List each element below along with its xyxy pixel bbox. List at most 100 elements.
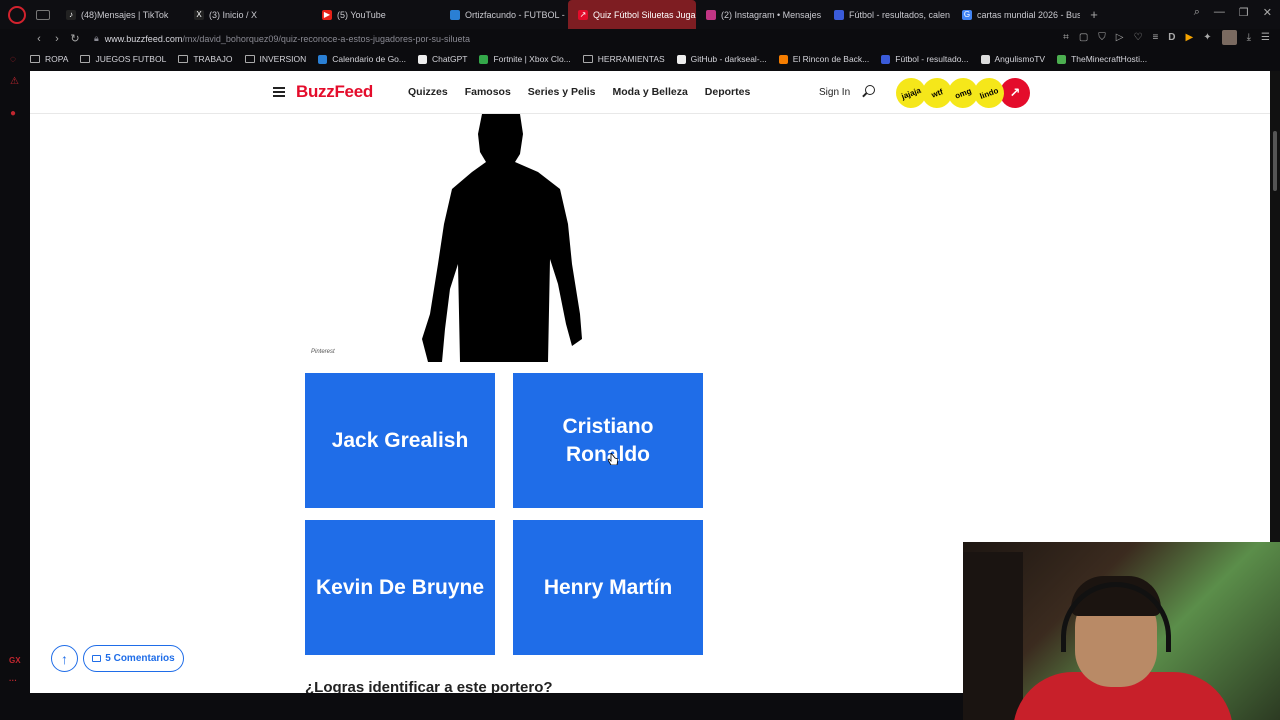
more-icon[interactable]: ··· bbox=[9, 676, 17, 685]
bookmark-label: Fortnite | Xbox Clo... bbox=[493, 54, 571, 64]
nav-item[interactable]: Moda y Belleza bbox=[613, 86, 688, 98]
browser-window: ♪ (48)Mensajes | TikTok X (3) Inicio / X ▶ (5… bbox=[0, 0, 1280, 720]
browser-tab[interactable]: (2) Instagram • Mensajes bbox=[696, 0, 824, 29]
tab-label: (48)Mensajes | TikTok bbox=[81, 9, 169, 20]
bookmark-item[interactable]: Fortnite | Xbox Clo... bbox=[479, 54, 571, 64]
extensions-icon[interactable]: ✦ bbox=[1203, 32, 1211, 43]
scrollbar-thumb[interactable] bbox=[1273, 131, 1277, 191]
google-icon: G bbox=[962, 9, 972, 20]
bookmark-item[interactable]: HERRAMIENTAS bbox=[582, 54, 665, 64]
main-nav: Quizzes Famosos Series y Pelis Moda y Belle… bbox=[408, 86, 750, 98]
shield-icon[interactable]: ⛉ bbox=[1098, 32, 1106, 43]
comments-label: 5 Comentarios bbox=[105, 653, 175, 664]
bookmark-item[interactable]: Calendario de Go... bbox=[318, 54, 406, 64]
folder-icon bbox=[244, 55, 255, 63]
bookmark-item[interactable]: INVERSION bbox=[244, 54, 307, 64]
address-bar: ‹ › ↻ 🔒︎ www.buzzfeed.com/mx/david_bohor… bbox=[0, 29, 1280, 48]
tabs: ♪ (48)Mensajes | TikTok X (3) Inicio / X ▶ (5… bbox=[56, 0, 1080, 29]
profile-avatar[interactable] bbox=[1221, 30, 1237, 45]
address-actions: ⌗ ▢ ⛉ ▷ ♡ ≡ D ▶ ✦ ⤓ ☰ bbox=[1063, 30, 1270, 45]
easy-setup-icon[interactable]: ☰ bbox=[1261, 32, 1270, 43]
comments-button[interactable]: 5 Comentarios bbox=[83, 645, 184, 672]
bookmark-label: INVERSION bbox=[259, 54, 307, 64]
trending-icon[interactable]: ↗ bbox=[1000, 78, 1030, 108]
bookmark-item[interactable]: El Rincon de Back... bbox=[778, 54, 870, 64]
reload-button[interactable]: ↻ bbox=[66, 32, 84, 45]
tiktok-icon: ♪ bbox=[66, 9, 76, 20]
answer-option[interactable]: Jack Grealish bbox=[305, 373, 495, 508]
bookmark-item[interactable]: ROPA bbox=[30, 54, 68, 64]
music-player-icon[interactable]: ● bbox=[10, 108, 16, 119]
scroll-to-top-button[interactable]: ↑ bbox=[51, 645, 78, 672]
extension-d-icon[interactable]: D bbox=[1168, 32, 1175, 43]
sign-in-link[interactable]: Sign In bbox=[819, 87, 850, 98]
minimize-button[interactable]: — bbox=[1214, 6, 1225, 19]
browser-tab[interactable]: Gcartas mundial 2026 - Bus bbox=[952, 0, 1080, 29]
url-field[interactable]: 🔒︎ www.buzzfeed.com/mx/david_bohorquez09… bbox=[94, 33, 470, 44]
search-tabs-icon[interactable]: ⌕ bbox=[1194, 6, 1200, 19]
chatgpt-icon bbox=[418, 54, 427, 64]
nav-item[interactable]: Famosos bbox=[465, 86, 511, 98]
answer-option[interactable]: Henry Martín bbox=[513, 520, 703, 655]
cookie-icon[interactable]: ⚠ bbox=[10, 76, 19, 87]
browser-tab[interactable]: ▶ (5) YouTube bbox=[312, 0, 440, 29]
tab-bar: ♪ (48)Mensajes | TikTok X (3) Inicio / X ▶ (5… bbox=[0, 0, 1280, 29]
nav-item[interactable]: Deportes bbox=[705, 86, 751, 98]
page-icon bbox=[450, 9, 460, 20]
buzzfeed-header: BuzzFeed Quizzes Famosos Series y Pelis Mod… bbox=[30, 71, 1270, 114]
bookmark-label: AngulismoTV bbox=[994, 54, 1046, 64]
heart-icon[interactable]: ♡ bbox=[1133, 32, 1142, 43]
play-icon[interactable]: ▷ bbox=[1116, 32, 1124, 43]
answer-option[interactable]: Cristiano Ronaldo bbox=[513, 373, 703, 508]
aria-icon[interactable]: ◌ bbox=[10, 54, 16, 65]
browser-tab[interactable]: Ortizfacundo - FUTBOL - bbox=[440, 0, 568, 29]
buzzfeed-logo[interactable]: BuzzFeed bbox=[296, 82, 373, 102]
maximize-button[interactable]: ❐ bbox=[1239, 6, 1249, 19]
url-host: www.buzzfeed.com bbox=[104, 33, 183, 44]
menu-icon[interactable]: ≡ bbox=[1152, 32, 1158, 43]
calendar-icon bbox=[318, 54, 328, 64]
answer-grid: Jack Grealish Cristiano Ronaldo Kevin De B… bbox=[305, 373, 704, 655]
bookmark-item[interactable]: TRABAJO bbox=[178, 54, 233, 64]
tab-overview-icon[interactable] bbox=[36, 9, 50, 20]
browser-tab[interactable]: ♪ (48)Mensajes | TikTok bbox=[56, 0, 184, 29]
hamburger-menu-icon[interactable] bbox=[273, 87, 285, 97]
badge-lindo[interactable]: lindo bbox=[969, 73, 1009, 113]
mouse-cursor-icon bbox=[608, 453, 618, 465]
forward-button[interactable]: › bbox=[48, 33, 66, 45]
bookmark-item[interactable]: Fútbol - resultado... bbox=[881, 54, 969, 64]
tab-label: Fútbol - resultados, calen bbox=[849, 9, 951, 20]
tab-label: Quiz Fútbol Siluetas Juga bbox=[593, 9, 696, 20]
browser-tab[interactable]: Fútbol - resultados, calen bbox=[824, 0, 952, 29]
opera-logo-icon[interactable] bbox=[8, 5, 26, 24]
download-icon[interactable]: ⤓ bbox=[1247, 32, 1251, 43]
reaction-badges: jajaja wtf omg lindo ↗ bbox=[891, 73, 1030, 113]
youtube-icon: ▶ bbox=[322, 9, 332, 20]
bookmark-label: Calendario de Go... bbox=[332, 54, 406, 64]
extension-play-icon[interactable]: ▶ bbox=[1186, 32, 1194, 43]
new-tab-button[interactable]: + bbox=[1084, 0, 1104, 29]
nav-item[interactable]: Quizzes bbox=[408, 86, 448, 98]
buzzfeed-icon: ↗ bbox=[578, 9, 588, 20]
answer-option[interactable]: Kevin De Bruyne bbox=[305, 520, 495, 655]
folder-icon bbox=[30, 55, 40, 63]
instagram-icon bbox=[706, 9, 716, 20]
browser-tab[interactable]: X (3) Inicio / X bbox=[184, 0, 312, 29]
bookmark-item[interactable]: JUEGOS FUTBOL bbox=[80, 54, 166, 64]
back-button[interactable]: ‹ bbox=[30, 33, 48, 45]
minecraft-icon bbox=[1057, 54, 1067, 64]
screenshot-icon[interactable]: ▢ bbox=[1079, 32, 1088, 43]
close-window-button[interactable]: ✕ bbox=[1263, 6, 1272, 19]
nav-item[interactable]: Series y Pelis bbox=[528, 86, 596, 98]
browser-tab[interactable]: ↗ Quiz Fútbol Siluetas Juga bbox=[568, 0, 696, 29]
comment-icon bbox=[92, 655, 102, 662]
gx-label: GX bbox=[9, 656, 21, 665]
snapshot-icon[interactable]: ⌗ bbox=[1063, 32, 1069, 43]
bookmark-label: El Rincon de Back... bbox=[792, 54, 870, 64]
bookmark-item[interactable]: ChatGPT bbox=[418, 54, 467, 64]
ball-icon bbox=[980, 54, 990, 64]
bookmark-item[interactable]: AngulismoTV bbox=[980, 54, 1046, 64]
bookmark-item[interactable]: TheMinecraftHosti... bbox=[1057, 54, 1147, 64]
bookmark-item[interactable]: GitHub - darkseal-... bbox=[676, 54, 767, 64]
search-icon[interactable] bbox=[865, 85, 875, 95]
